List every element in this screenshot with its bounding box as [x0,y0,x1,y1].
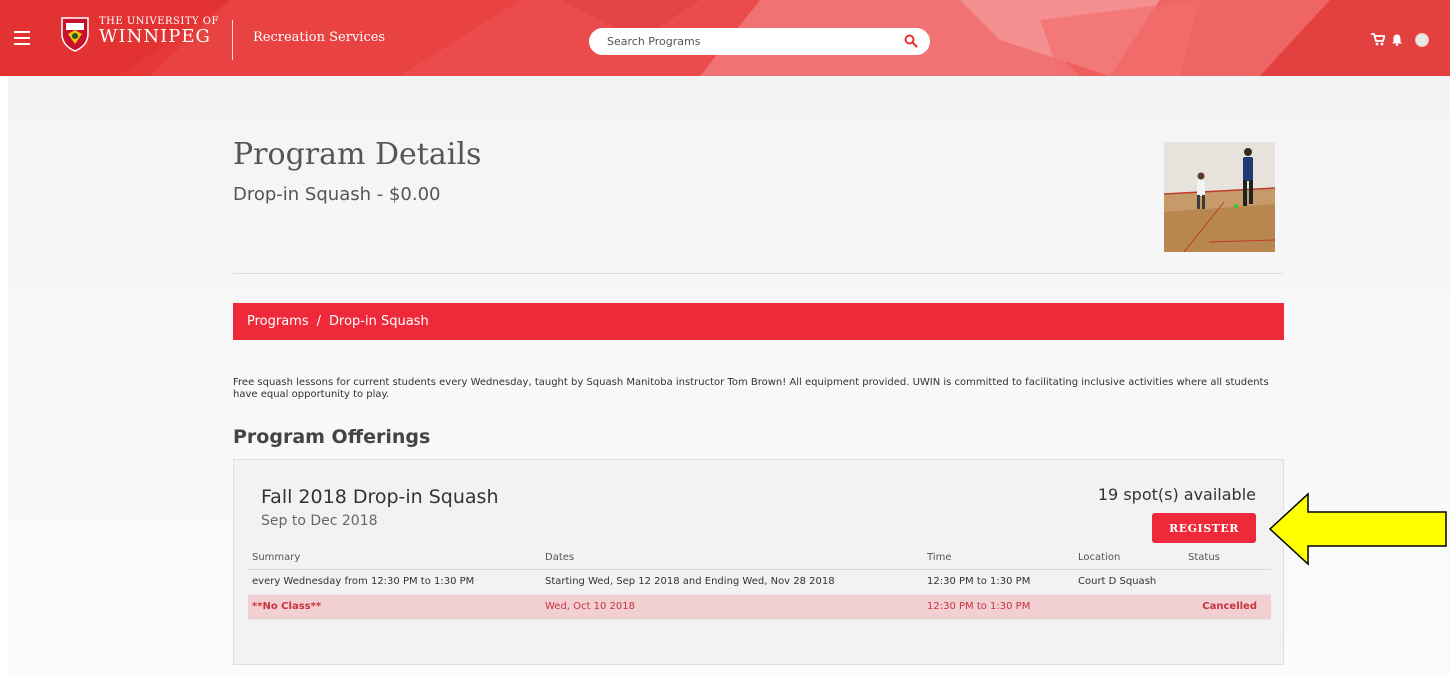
offering-dates: Sep to Dec 2018 [261,513,378,529]
breadcrumb-programs-link[interactable]: Programs [247,314,309,329]
university-crest-logo[interactable] [60,16,90,52]
cell-summary: **No Class** [248,594,541,620]
offerings-title: Program Offerings [233,426,431,448]
cell-time: 12:30 PM to 1:30 PM [923,569,1074,595]
bell-icon[interactable] [1391,34,1403,46]
column-header-status: Status [1184,547,1271,570]
cart-icon[interactable] [1371,33,1385,46]
offering-card: Fall 2018 Drop-in Squash Sep to Dec 2018… [233,459,1284,665]
menu-icon[interactable] [10,26,36,50]
program-photo [1164,142,1275,252]
column-header-time: Time [923,547,1074,570]
search-icon[interactable] [904,34,918,48]
column-header-location: Location [1074,547,1184,570]
register-button[interactable]: REGISTER [1152,513,1256,543]
search-bar [589,28,930,55]
cell-dates: Starting Wed, Sep 12 2018 and Ending Wed… [541,569,923,595]
breadcrumb-separator: / [316,314,322,329]
section-divider [233,273,1283,274]
cell-status [1184,569,1271,595]
university-wordmark[interactable]: THE UNIVERSITY OF WINNIPEG [99,17,219,46]
section-title[interactable]: Recreation Services [253,30,385,45]
cell-location [1074,594,1184,620]
program-description: Free squash lessons for current students… [233,377,1269,400]
avatar[interactable] [1415,33,1429,47]
offering-name: Fall 2018 Drop-in Squash [261,486,499,508]
cell-summary: every Wednesday from 12:30 PM to 1:30 PM [248,569,541,595]
university-line2: WINNIPEG [99,26,211,47]
table-row: every Wednesday from 12:30 PM to 1:30 PM… [248,569,1271,595]
table-row-cancelled: **No Class** Wed, Oct 10 2018 12:30 PM t… [248,594,1271,620]
cell-time: 12:30 PM to 1:30 PM [923,594,1074,620]
annotation-arrow [1268,492,1447,566]
header-divider [232,20,233,60]
search-input[interactable] [607,35,887,48]
column-header-dates: Dates [541,547,923,570]
breadcrumb-current[interactable]: Drop-in Squash [329,314,429,329]
cell-location: Court D Squash [1074,569,1184,595]
breadcrumb: Programs / Drop-in Squash [233,303,1284,340]
spots-available: 19 spot(s) available [1097,485,1256,504]
top-header: THE UNIVERSITY OF WINNIPEG Recreation Se… [0,0,1450,76]
column-header-summary: Summary [248,547,541,570]
cell-dates: Wed, Oct 10 2018 [541,594,923,620]
page-title: Program Details [233,137,482,172]
sessions-table: Summary Dates Time Location Status every… [248,547,1271,620]
page-subtitle: Drop-in Squash - $0.00 [233,184,441,205]
table-header-row: Summary Dates Time Location Status [248,547,1271,570]
cell-status-cancelled: Cancelled [1184,594,1271,620]
